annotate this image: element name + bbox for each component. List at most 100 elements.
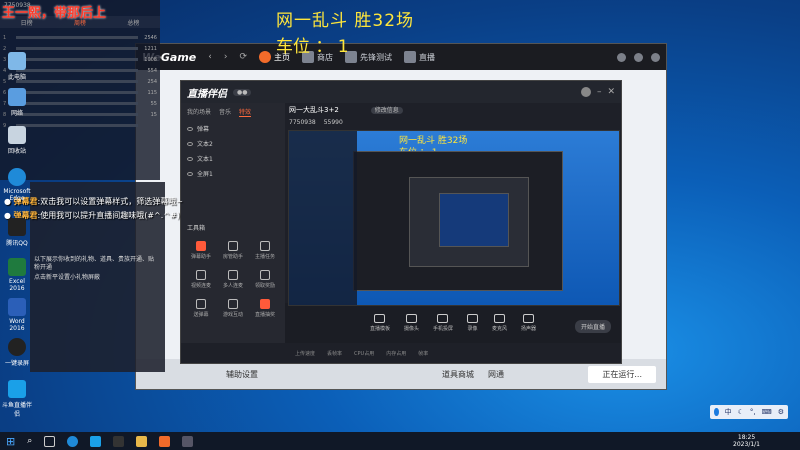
folder-taskbar-icon[interactable]	[136, 435, 148, 447]
speaker-button[interactable]: 扬声器	[521, 314, 536, 332]
tool-label: 视频连麦	[190, 283, 211, 289]
layer-item[interactable]: 文本1	[181, 151, 285, 166]
status-cpu: CPU占用	[354, 350, 375, 357]
icon-label: 网络	[10, 110, 23, 117]
moon-icon[interactable]: ☾	[738, 408, 744, 416]
taskbar: ⊞ ⌕ 18:25 2023/1/1	[0, 432, 800, 450]
edit-info-button[interactable]: 修改信息	[370, 107, 403, 114]
avatar[interactable]	[580, 87, 591, 97]
eye-icon[interactable]	[187, 141, 193, 146]
desktop-icon-excel[interactable]: Excel 2016	[2, 258, 32, 292]
tool-send-danmu[interactable]: 送弹幕	[185, 299, 217, 318]
phone-cast-button[interactable]: 手机投屏	[433, 314, 453, 332]
tab-music[interactable]: 音乐	[219, 107, 231, 117]
camera-button[interactable]: 摄像头	[404, 314, 419, 332]
eye-icon[interactable]	[187, 171, 193, 176]
game-icon	[228, 299, 238, 309]
room-title: 网一大乱斗3+2	[289, 106, 339, 114]
forward-icon[interactable]: ›	[224, 52, 228, 62]
layer-item[interactable]: 弹幕	[181, 121, 285, 136]
ime-bar[interactable]: 中 ☾ °, ⌨ ⚙	[710, 405, 788, 419]
desktop-icon-word[interactable]: Word 2016	[2, 298, 32, 332]
start-live-button[interactable]: 开始直播	[574, 320, 611, 333]
eye-icon[interactable]	[187, 156, 193, 161]
assist-settings[interactable]: 辅助设置	[226, 369, 258, 380]
status-fps: 帧率	[418, 350, 429, 357]
layer-label: 文本1	[197, 156, 213, 163]
room-id: 7750938	[289, 119, 316, 126]
refresh-icon[interactable]: ⟳	[239, 52, 247, 62]
icon-label: Excel 2016	[9, 278, 25, 292]
phone-icon	[437, 314, 449, 323]
live-preview: 网一乱斗 胜32场 车位 ： 1	[288, 130, 620, 306]
desktop-icon-live[interactable]: 斗鱼直播伴侣	[2, 380, 32, 418]
tab-effects[interactable]: 特效	[239, 107, 252, 117]
template-icon	[374, 314, 386, 323]
rank-tab-total[interactable]: 总榜	[127, 18, 139, 27]
tool-label: 游戏互动	[222, 312, 243, 318]
tool-label: 送弹幕	[193, 312, 209, 318]
edge-taskbar-icon[interactable]	[67, 435, 79, 447]
minimize-icon[interactable]: –	[597, 87, 602, 97]
layer-item[interactable]: 全屏1	[181, 166, 285, 181]
network-icon	[8, 88, 26, 106]
rank-num: 2	[3, 45, 7, 52]
control-bar: 直播模板 摄像头 手机投屏 录像 麦克风 扬声器	[285, 303, 621, 343]
toolbox-label: 工具箱	[187, 225, 206, 232]
tool-multi-link[interactable]: 多人连麦	[217, 270, 249, 289]
desktop-icon-recycle[interactable]: 回收站	[2, 126, 32, 155]
tool-reward[interactable]: 领取奖励	[249, 270, 281, 289]
danmu-text: :使用我可以提升直播间趣味哦(#^.^#)	[37, 211, 180, 220]
tool-game[interactable]: 游戏互动	[217, 299, 249, 318]
desktop-icon-qq[interactable]: 腾讯QQ	[2, 218, 32, 247]
danmu-icon	[196, 241, 206, 251]
user-avatar[interactable]	[617, 52, 626, 62]
desktop-icon-edge[interactable]: Microsoft Edge	[2, 168, 32, 202]
record-button[interactable]: 录像	[467, 314, 478, 332]
start-icon[interactable]: ⊞	[6, 435, 15, 448]
tool-video-link[interactable]: 视频连麦	[185, 270, 217, 289]
layer-label: 全屏1	[197, 171, 213, 178]
icon-label: Word 2016	[9, 318, 25, 332]
live-taskbar-icon[interactable]	[90, 435, 102, 447]
tab-live[interactable]: 直播	[404, 51, 435, 63]
layer-label: 弹幕	[197, 126, 210, 133]
desktop-icon-recorder[interactable]: 一键录屏	[2, 338, 32, 367]
template-button[interactable]: 直播模板	[370, 314, 390, 332]
search-icon[interactable]: ⌕	[27, 436, 32, 446]
rank-row: 1 2546	[0, 32, 160, 43]
mic-button[interactable]: 麦克风	[492, 314, 507, 332]
message-icon[interactable]	[634, 52, 643, 62]
menu-icon[interactable]	[651, 52, 660, 62]
g-taskbar-icon[interactable]	[113, 435, 125, 447]
tool-label: 弹幕助手	[190, 254, 211, 260]
game-taskbar-icon[interactable]	[182, 435, 194, 447]
taskview-icon[interactable]	[44, 435, 56, 447]
clock[interactable]: 18:25 2023/1/1	[733, 434, 760, 448]
back-icon[interactable]: ‹	[208, 52, 212, 62]
overlay-title: 网一乱斗 胜32场	[276, 11, 415, 31]
home-icon	[259, 51, 272, 63]
tool-anchor-task[interactable]: 主播任务	[249, 241, 281, 260]
settings-icon[interactable]: ⚙	[778, 408, 784, 416]
keyboard-icon[interactable]: ⌨	[762, 408, 772, 416]
desktop-icon-this-pc[interactable]: 此电脑	[2, 52, 32, 81]
ime-mode[interactable]: 中	[725, 407, 732, 417]
fans-count: 55990	[323, 119, 343, 126]
item-shop[interactable]: 道具商城	[442, 369, 474, 380]
close-icon[interactable]: ✕	[607, 87, 615, 97]
punct-icon[interactable]: °,	[750, 408, 756, 416]
tab-my-scene[interactable]: 我的场景	[187, 107, 211, 117]
layer-item[interactable]: 文本2	[181, 136, 285, 151]
icon-label: 此电脑	[7, 74, 26, 81]
desktop-icon-network[interactable]: 网络	[2, 88, 32, 117]
eye-icon[interactable]	[187, 126, 193, 131]
tool-room-admin[interactable]: 房管助手	[217, 241, 249, 260]
tool-danmu-helper[interactable]: 弹幕助手	[185, 241, 217, 260]
tab-live-label: 直播	[419, 52, 436, 62]
running-button[interactable]: 正在运行...	[588, 365, 656, 383]
tool-lottery[interactable]: 直播抽奖	[249, 299, 281, 318]
tab-pioneer[interactable]: 先锋测试	[345, 51, 392, 63]
wegame-taskbar-icon[interactable]	[159, 435, 171, 447]
reward-icon	[260, 270, 270, 280]
